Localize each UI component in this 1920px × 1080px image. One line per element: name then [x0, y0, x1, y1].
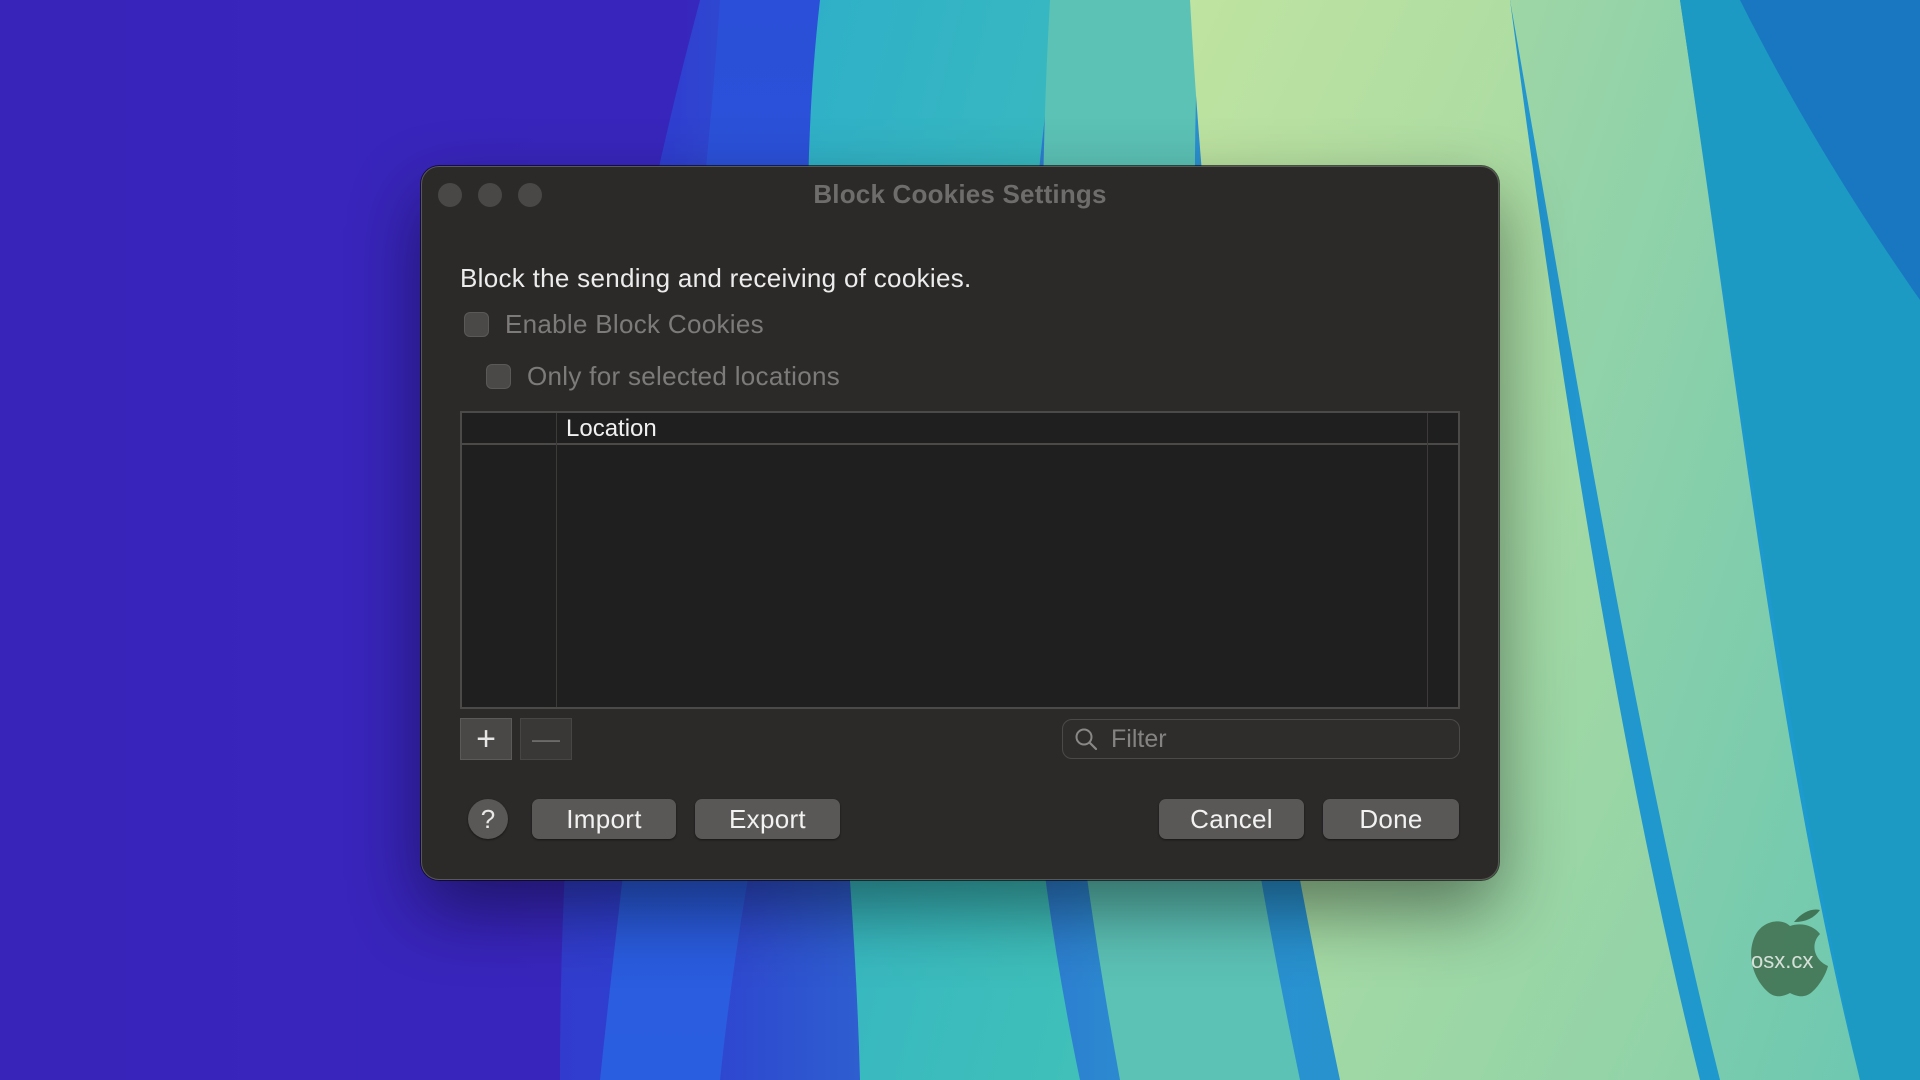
desktop: Block Cookies Settings Block the sending…: [0, 0, 1920, 1080]
column-divider: [556, 413, 557, 707]
import-button[interactable]: Import: [532, 799, 676, 839]
enable-block-cookies-checkbox[interactable]: [464, 312, 489, 337]
enable-block-cookies-label: Enable Block Cookies: [505, 309, 764, 339]
done-button[interactable]: Done: [1323, 799, 1459, 839]
enable-block-cookies-row[interactable]: Enable Block Cookies: [464, 309, 764, 340]
only-selected-locations-checkbox[interactable]: [486, 364, 511, 389]
remove-location-button[interactable]: —: [520, 718, 572, 760]
column-divider: [1427, 413, 1428, 707]
help-button[interactable]: ?: [468, 799, 508, 839]
description-text: Block the sending and receiving of cooki…: [460, 263, 972, 293]
table-header: Location: [462, 413, 1458, 445]
column-header-location[interactable]: Location: [566, 415, 657, 443]
export-button[interactable]: Export: [695, 799, 840, 839]
filter-field[interactable]: [1062, 719, 1460, 759]
cancel-button[interactable]: Cancel: [1159, 799, 1304, 839]
filter-input[interactable]: [1109, 723, 1443, 755]
add-location-button[interactable]: +: [460, 718, 512, 760]
block-cookies-dialog: Block Cookies Settings Block the sending…: [421, 166, 1499, 880]
locations-table[interactable]: Location: [460, 411, 1460, 709]
search-icon: [1075, 728, 1098, 751]
only-selected-locations-label: Only for selected locations: [527, 361, 841, 391]
window-title: Block Cookies Settings: [813, 179, 1107, 209]
watermark-text: osx.cx: [1751, 948, 1814, 973]
only-selected-locations-row[interactable]: Only for selected locations: [486, 361, 840, 392]
